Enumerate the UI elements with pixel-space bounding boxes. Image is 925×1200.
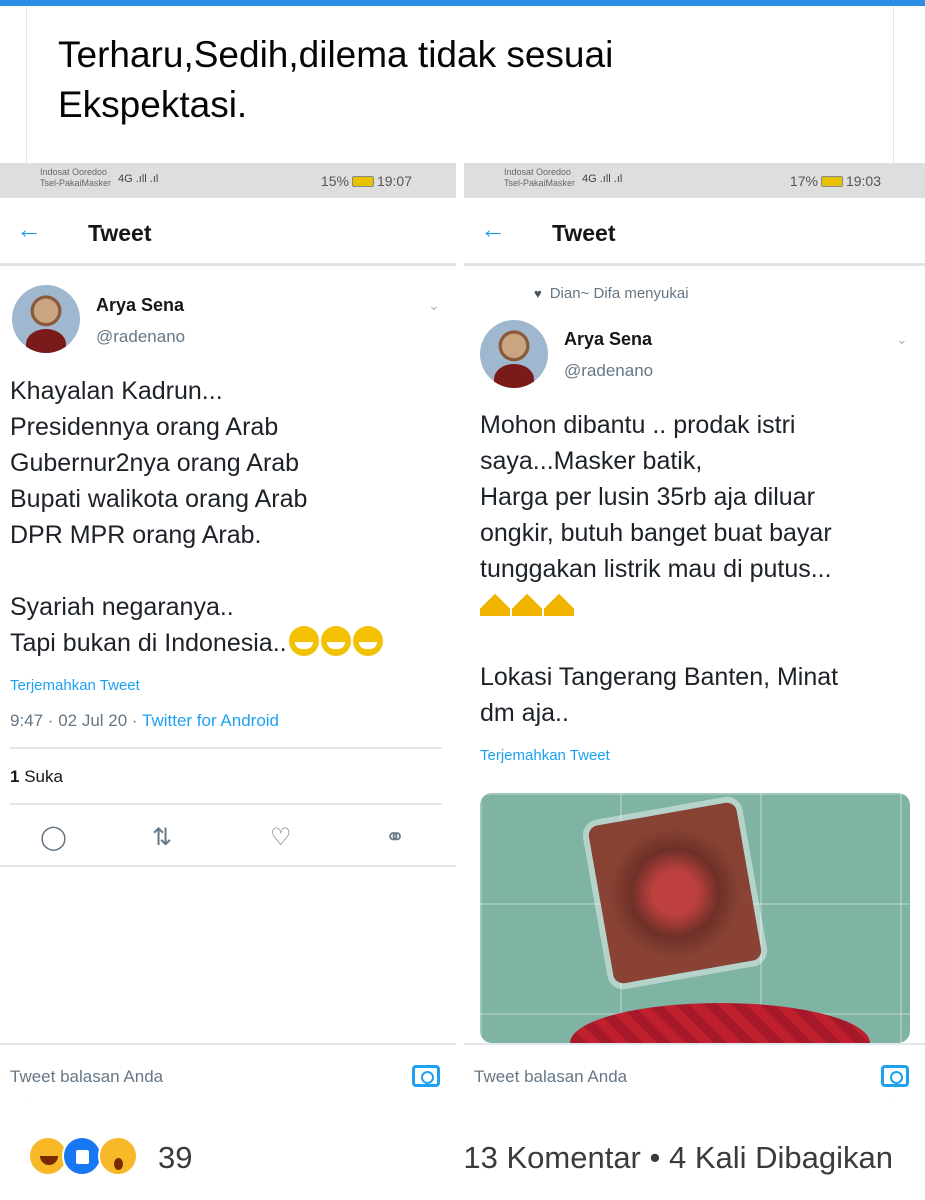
signal-icon: 4G .ıll .ıl [582, 173, 623, 185]
translate-tweet-link[interactable]: Terjemahkan Tweet [480, 747, 610, 764]
header-title: Tweet [552, 220, 616, 246]
like-reaction-icon [62, 1136, 102, 1176]
left-tweet-screenshot: Indosat Ooredoo Tsel-PakaiMasker 4G .ıll… [0, 163, 456, 1099]
share-icon[interactable]: ⚭ [385, 823, 405, 852]
right-tweet-screenshot: Indosat Ooredoo Tsel-PakaiMasker 4G .ıll… [464, 163, 925, 1099]
reply-bar[interactable]: Tweet balasan Anda [464, 1043, 925, 1091]
heart-icon: ♥ [534, 286, 542, 301]
battery-icon [351, 176, 374, 187]
avatar[interactable] [480, 320, 548, 388]
pray-emoji-icon [512, 590, 542, 616]
arrow-left-icon[interactable]: ← [480, 214, 506, 245]
reply-input[interactable]: Tweet balasan Anda [10, 1067, 163, 1087]
header-title: Tweet [88, 220, 152, 246]
camera-icon[interactable] [412, 1065, 440, 1087]
carrier-label: Indosat Ooredoo Tsel-PakaiMasker [40, 167, 112, 188]
reply-bar[interactable]: Tweet balasan Anda [0, 1043, 456, 1091]
battery-time: 15% 19:07 [320, 173, 412, 189]
status-bar: Indosat Ooredoo Tsel-PakaiMasker 4G .ıll… [464, 163, 925, 198]
mask-batik [570, 1003, 870, 1043]
tweet-header: ← Tweet [464, 198, 925, 266]
chevron-down-icon[interactable]: ⌄ [896, 331, 908, 348]
reply-input[interactable]: Tweet balasan Anda [474, 1067, 627, 1087]
comments-shares[interactable]: 13 Komentar • 4 Kali Dibagikan [463, 1140, 893, 1176]
post-footer: 39 13 Komentar • 4 Kali Dibagikan [0, 1100, 925, 1200]
heart-icon[interactable]: ♡ [270, 823, 292, 852]
reaction-count[interactable]: 39 [158, 1140, 192, 1176]
chevron-down-icon[interactable]: ⌄ [428, 297, 440, 314]
retweet-icon[interactable]: ⇅ [152, 823, 172, 852]
author-name[interactable]: Arya Sena [96, 295, 184, 316]
divider [0, 865, 456, 867]
camera-icon[interactable] [881, 1065, 909, 1087]
avatar[interactable] [12, 285, 80, 353]
grin-emoji-icon [352, 626, 383, 656]
arrow-left-icon[interactable]: ← [16, 214, 42, 245]
comment-icon[interactable]: ◯ [40, 823, 67, 852]
author-handle[interactable]: @radenano [96, 327, 185, 347]
tweet-text: Khayalan Kadrun... Presidennya orang Ara… [10, 373, 450, 661]
pray-emoji-icon [480, 590, 510, 616]
likes-count[interactable]: 1 Suka [10, 767, 63, 787]
grin-emoji-icon [288, 626, 319, 656]
translate-tweet-link[interactable]: Terjemahkan Tweet [10, 677, 140, 694]
mask-packet [587, 801, 763, 985]
tweet-header: ← Tweet [0, 198, 456, 266]
author-handle[interactable]: @radenano [564, 361, 653, 381]
signal-icon: 4G .ıll .ıl [118, 173, 159, 185]
tweet-photo[interactable] [480, 793, 910, 1043]
wow-reaction-icon [98, 1136, 138, 1176]
post-text: Terharu,Sedih,dilema tidak sesuai Ekspek… [58, 34, 614, 125]
tweet-source-link[interactable]: Twitter for Android [142, 711, 279, 730]
divider [10, 747, 442, 749]
author-name[interactable]: Arya Sena [564, 329, 652, 350]
tweet-text: Mohon dibantu .. prodak istri saya...Mas… [480, 411, 839, 727]
pray-emoji-icon [544, 590, 574, 616]
divider [10, 803, 442, 805]
liked-by-line: ♥ Dian~ Difa menyukai [534, 285, 689, 302]
battery-time: 17% 19:03 [789, 173, 881, 189]
tweet-timestamp: 9:47 · 02 Jul 20 · Twitter for Android [10, 711, 280, 730]
status-bar: Indosat Ooredoo Tsel-PakaiMasker 4G .ıll… [0, 163, 456, 198]
battery-icon [820, 176, 843, 187]
grin-emoji-icon [320, 626, 351, 656]
carrier-label: Indosat Ooredoo Tsel-PakaiMasker [504, 167, 576, 188]
